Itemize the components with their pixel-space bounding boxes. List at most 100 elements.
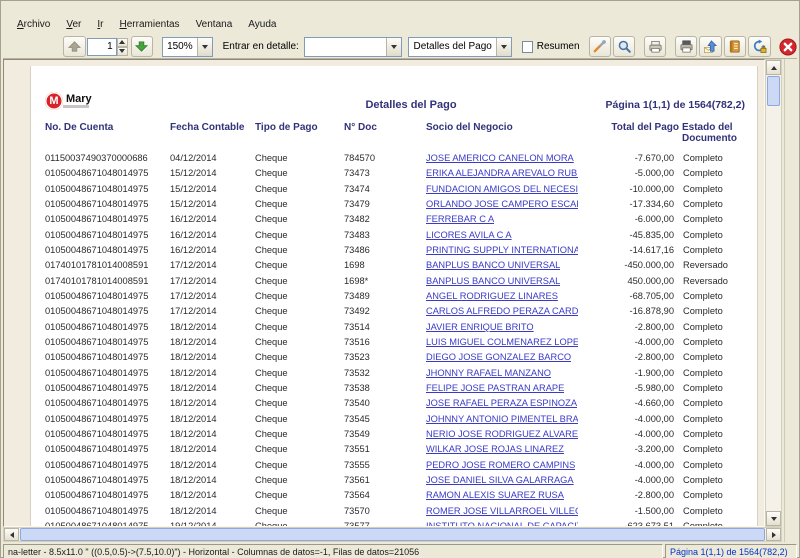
partner-link[interactable]: FELIPE JOSE PASTRAN ARAPE [426,383,564,393]
tools-button[interactable] [589,36,611,57]
cell-account: 01050048671048014975 [45,444,148,454]
column-header-doc: N° Doc [344,122,377,133]
print-setup-button[interactable] [675,36,697,57]
logo-subtext [63,105,89,108]
scroll-right-button[interactable] [766,528,781,541]
partner-link[interactable]: JAVIER ENRIQUE BRITO [426,322,534,332]
cell-type: Cheque [255,429,288,439]
export-binder-button[interactable] [724,36,746,57]
partner-link[interactable]: DIEGO JOSE GONZALEZ BARCO [426,352,571,362]
scroll-down-button[interactable] [766,511,781,526]
partner-link[interactable]: FERREBAR C A [426,214,494,224]
partner-link[interactable]: CARLOS ALFREDO PERAZA CARDENAS [426,306,578,316]
cell-date: 18/12/2014 [170,506,217,516]
refresh-lock-icon [752,39,767,54]
partner-link[interactable]: BANPLUS BANCO UNIVERSAL [426,260,560,270]
column-header-cuenta: No. De Cuenta [45,122,113,133]
table-row: 0105004867104801497518/12/2014Cheque7351… [31,336,757,351]
drill-select[interactable] [304,37,403,57]
cell-type: Cheque [255,322,288,332]
menu-ventana[interactable]: Ventana [188,16,241,33]
cell-status: Completo [683,506,723,516]
cell-type: Cheque [255,214,288,224]
partner-link[interactable]: RAMON ALEXIS SUAREZ RUSA [426,490,564,500]
spinner-down-button[interactable] [117,47,128,56]
partner-link[interactable]: PRINTING SUPPLY INTERNATIONAL C A [426,245,578,255]
refresh-data-button[interactable] [748,36,770,57]
company-logo: M Mary [45,92,92,110]
partner-link[interactable]: LICORES AVILA C A [426,230,512,240]
menu-bar: Archivo Ver Ir Herramientas Ventana Ayud… [3,13,797,35]
close-preview-button[interactable] [778,36,797,58]
partner-link[interactable]: ORLANDO JOSE CAMPERO ESCALONA [426,199,578,209]
report-viewport: M Mary Detalles del Pago Página 1(1,1) d… [3,59,765,527]
previous-page-button[interactable] [63,36,85,57]
logo-text: Mary [66,94,92,104]
arrow-down-icon [134,39,149,54]
spinner-up-button[interactable] [117,38,128,47]
zoom-value: 150% [163,41,197,52]
send-button[interactable] [699,36,721,57]
cell-account: 01050048671048014975 [45,352,148,362]
table-row: 0105004867104801497518/12/2014Cheque7355… [31,443,757,458]
cell-doc: 784570 [344,153,375,163]
cell-type: Cheque [255,337,288,347]
partner-link[interactable]: JOSE AMERICO CANELON MORA [426,153,574,163]
view-dropdown-arrow[interactable] [496,38,511,56]
menu-herramientas[interactable]: Herramientas [112,16,188,33]
cell-doc: 73473 [344,168,370,178]
vertical-scrollbar[interactable] [765,59,782,527]
cell-status: Completo [683,414,723,424]
cell-account: 01050048671048014975 [45,383,148,393]
menu-archivo[interactable]: Archivo [9,16,58,33]
column-header-estado: Estado del Documento [682,122,744,144]
cell-type: Cheque [255,291,288,301]
summary-checkbox[interactable] [522,41,532,53]
search-button[interactable] [613,36,635,57]
cell-total: -4.000,00 [576,414,674,424]
horizontal-scrollbar[interactable] [3,527,782,542]
table-row: 0105004867104801497516/12/2014Cheque7348… [31,213,757,228]
vertical-scroll-thumb[interactable] [767,76,780,106]
menu-ir[interactable]: Ir [89,16,111,33]
menu-ayuda[interactable]: Ayuda [240,16,284,33]
cell-doc: 73492 [344,306,370,316]
partner-link[interactable]: ROMER JOSE VILLARROEL VILLEGAS [426,506,578,516]
scroll-left-button[interactable] [4,528,19,541]
cell-account: 01150037490370000686 [45,153,148,163]
partner-link[interactable]: BANPLUS BANCO UNIVERSAL [426,276,560,286]
page-number-input[interactable] [87,38,117,56]
view-select[interactable]: Detalles del Pago [408,37,512,57]
menu-ver[interactable]: Ver [58,16,89,33]
partner-link[interactable]: NERIO JOSE RODRIGUEZ ALVAREZ [426,429,578,439]
zoom-select[interactable]: 150% [162,37,213,57]
next-page-button[interactable] [131,36,153,57]
cell-total: -3.200,00 [576,444,674,454]
partner-link[interactable]: PEDRO JOSE ROMERO CAMPINS [426,460,575,470]
partner-link[interactable]: ERIKA ALEJANDRA AREVALO RUBIO [426,168,578,178]
scroll-up-button[interactable] [766,60,781,75]
partner-link[interactable]: WILKAR JOSE ROJAS LINAREZ [426,444,564,454]
horizontal-scroll-thumb[interactable] [20,528,765,541]
partner-link[interactable]: FUNDACION AMIGOS DEL NECESITADO [426,184,578,194]
partner-link[interactable]: JOSE RAFAEL PERAZA ESPINOZA [426,398,577,408]
print-button[interactable] [644,36,666,57]
table-row: 0105004867104801497518/12/2014Cheque7355… [31,459,757,474]
zoom-dropdown-arrow[interactable] [197,38,212,56]
cell-total: -6.000,00 [576,214,674,224]
partner-link[interactable]: JHONNY RAFAEL MANZANO [426,368,551,378]
partner-link[interactable]: JOHNNY ANTONIO PIMENTEL BRACHO [426,414,578,424]
cell-type: Cheque [255,444,288,454]
cell-date: 16/12/2014 [170,214,217,224]
partner-link[interactable]: JOSE DANIEL SILVA GALARRAGA [426,475,574,485]
cell-status: Completo [683,168,723,178]
drill-dropdown-arrow[interactable] [386,38,401,56]
column-header-socio: Socio del Negocio [426,122,513,133]
cell-date: 18/12/2014 [170,383,217,393]
status-bar: na-letter - 8.5x11.0 " ((0.5,0.5)->(7.5,… [1,544,799,558]
cell-type: Cheque [255,414,288,424]
partner-link[interactable]: LUIS MIGUEL COLMENAREZ LOPEZ [426,337,578,347]
partner-link[interactable]: ANGEL RODRIGUEZ LINARES [426,291,558,301]
spinner-down-icon [119,49,125,53]
cell-doc: 73514 [344,322,370,332]
